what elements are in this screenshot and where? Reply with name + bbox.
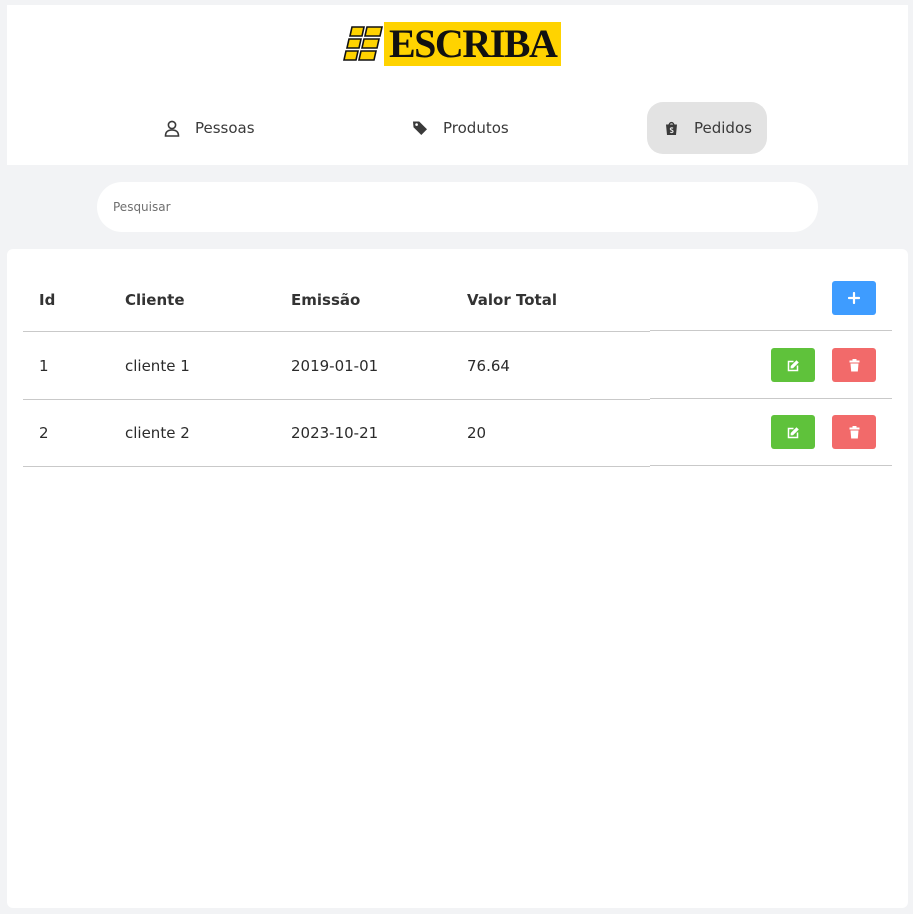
column-header-cliente: Cliente bbox=[125, 291, 185, 309]
nav-item-pedidos[interactable]: Pedidos bbox=[647, 102, 767, 154]
row-divider bbox=[23, 466, 650, 467]
column-header-emissao: Emissão bbox=[291, 291, 361, 309]
column-header-valor-total: Valor Total bbox=[467, 291, 557, 309]
trash-icon bbox=[849, 358, 859, 371]
row-divider-actions bbox=[650, 465, 892, 466]
cell-emissao: 2023-10-21 bbox=[291, 424, 379, 442]
app-header: ESCRIBA Pessoas Produtos Pedidos bbox=[7, 5, 908, 165]
cell-emissao: 2019-01-01 bbox=[291, 357, 379, 375]
delete-button[interactable] bbox=[832, 348, 876, 382]
delete-button[interactable] bbox=[832, 415, 876, 449]
nav-item-pessoas[interactable]: Pessoas bbox=[155, 102, 263, 154]
nav-label-produtos: Produtos bbox=[443, 119, 509, 137]
row-divider bbox=[23, 399, 650, 400]
edit-button[interactable] bbox=[771, 348, 815, 382]
cell-id: 2 bbox=[39, 424, 49, 442]
plus-icon bbox=[848, 292, 860, 304]
search-input[interactable] bbox=[97, 182, 818, 232]
cell-valor-total: 76.64 bbox=[467, 357, 510, 375]
cell-id: 1 bbox=[39, 357, 49, 375]
nav-label-pedidos: Pedidos bbox=[694, 119, 752, 137]
edit-button[interactable] bbox=[771, 415, 815, 449]
nav-item-produtos[interactable]: Produtos bbox=[403, 102, 517, 154]
logo-mark-icon bbox=[343, 26, 383, 61]
header-divider bbox=[23, 331, 650, 332]
shopping-bag-icon bbox=[662, 119, 680, 137]
edit-icon bbox=[787, 426, 799, 438]
edit-icon bbox=[787, 359, 799, 371]
row-divider-actions bbox=[650, 398, 892, 399]
cell-cliente: cliente 1 bbox=[125, 357, 190, 375]
add-order-button[interactable] bbox=[832, 281, 876, 315]
nav-label-pessoas: Pessoas bbox=[195, 119, 255, 137]
column-header-id: Id bbox=[39, 291, 56, 309]
orders-table-panel: Id Cliente Emissão Valor Total 1 cliente… bbox=[7, 249, 908, 908]
header-divider-actions bbox=[650, 330, 892, 331]
trash-icon bbox=[849, 425, 859, 438]
cell-valor-total: 20 bbox=[467, 424, 487, 442]
escriba-logo: ESCRIBA bbox=[342, 21, 562, 67]
cell-cliente: cliente 2 bbox=[125, 424, 190, 442]
logo-text: ESCRIBA bbox=[384, 22, 562, 66]
user-icon bbox=[163, 119, 181, 137]
tag-icon bbox=[411, 119, 429, 137]
